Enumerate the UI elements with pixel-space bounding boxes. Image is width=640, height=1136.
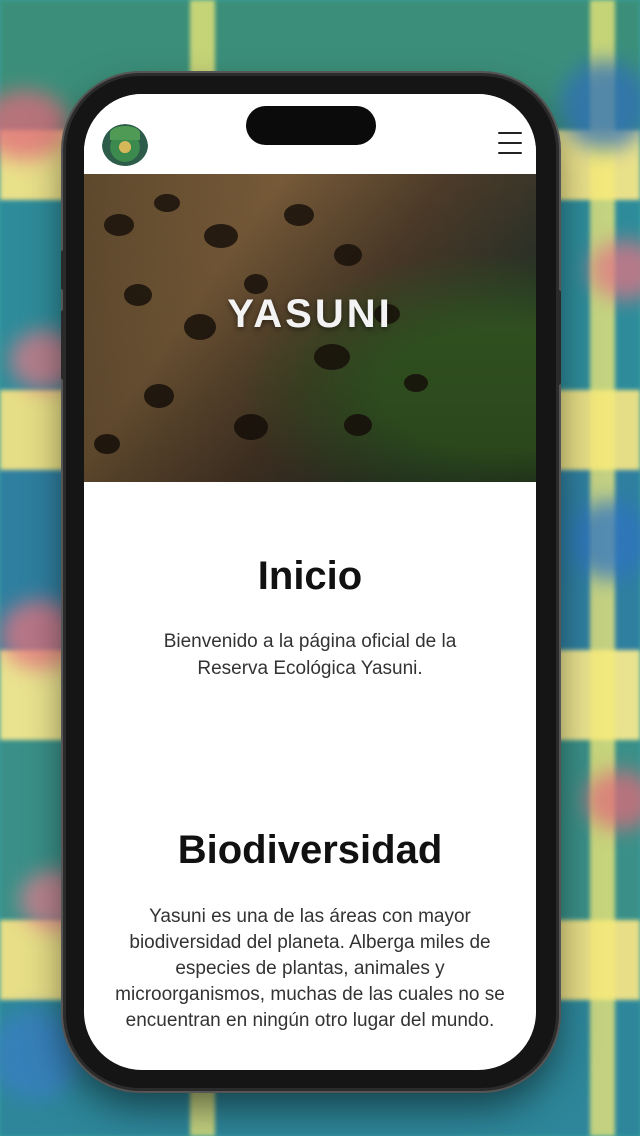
section-title-biodiversidad: Biodiversidad xyxy=(177,828,443,872)
hamburger-menu-icon[interactable] xyxy=(498,132,522,156)
hero-title: YASUNI xyxy=(227,292,393,336)
phone-side-button xyxy=(61,250,66,290)
phone-volume-button xyxy=(61,310,66,380)
phone-power-button xyxy=(556,290,561,385)
section-text-biodiversidad: Yasuni es una de las áreas con mayor bio… xyxy=(115,906,505,1031)
wallpaper-swirl xyxy=(560,60,640,150)
section-text-inicio: Bienvenido a la página oficial de la Res… xyxy=(163,631,457,679)
wallpaper-swirl xyxy=(570,500,640,580)
section-title-inicio: Inicio xyxy=(257,554,363,598)
hero-banner: YASUNI xyxy=(84,174,536,482)
dynamic-island xyxy=(246,106,376,145)
jungle-emblem-logo-icon[interactable] xyxy=(102,124,148,166)
phone-screen: YASUNI Inicio Bienvenido a la página ofi… xyxy=(84,94,536,1070)
